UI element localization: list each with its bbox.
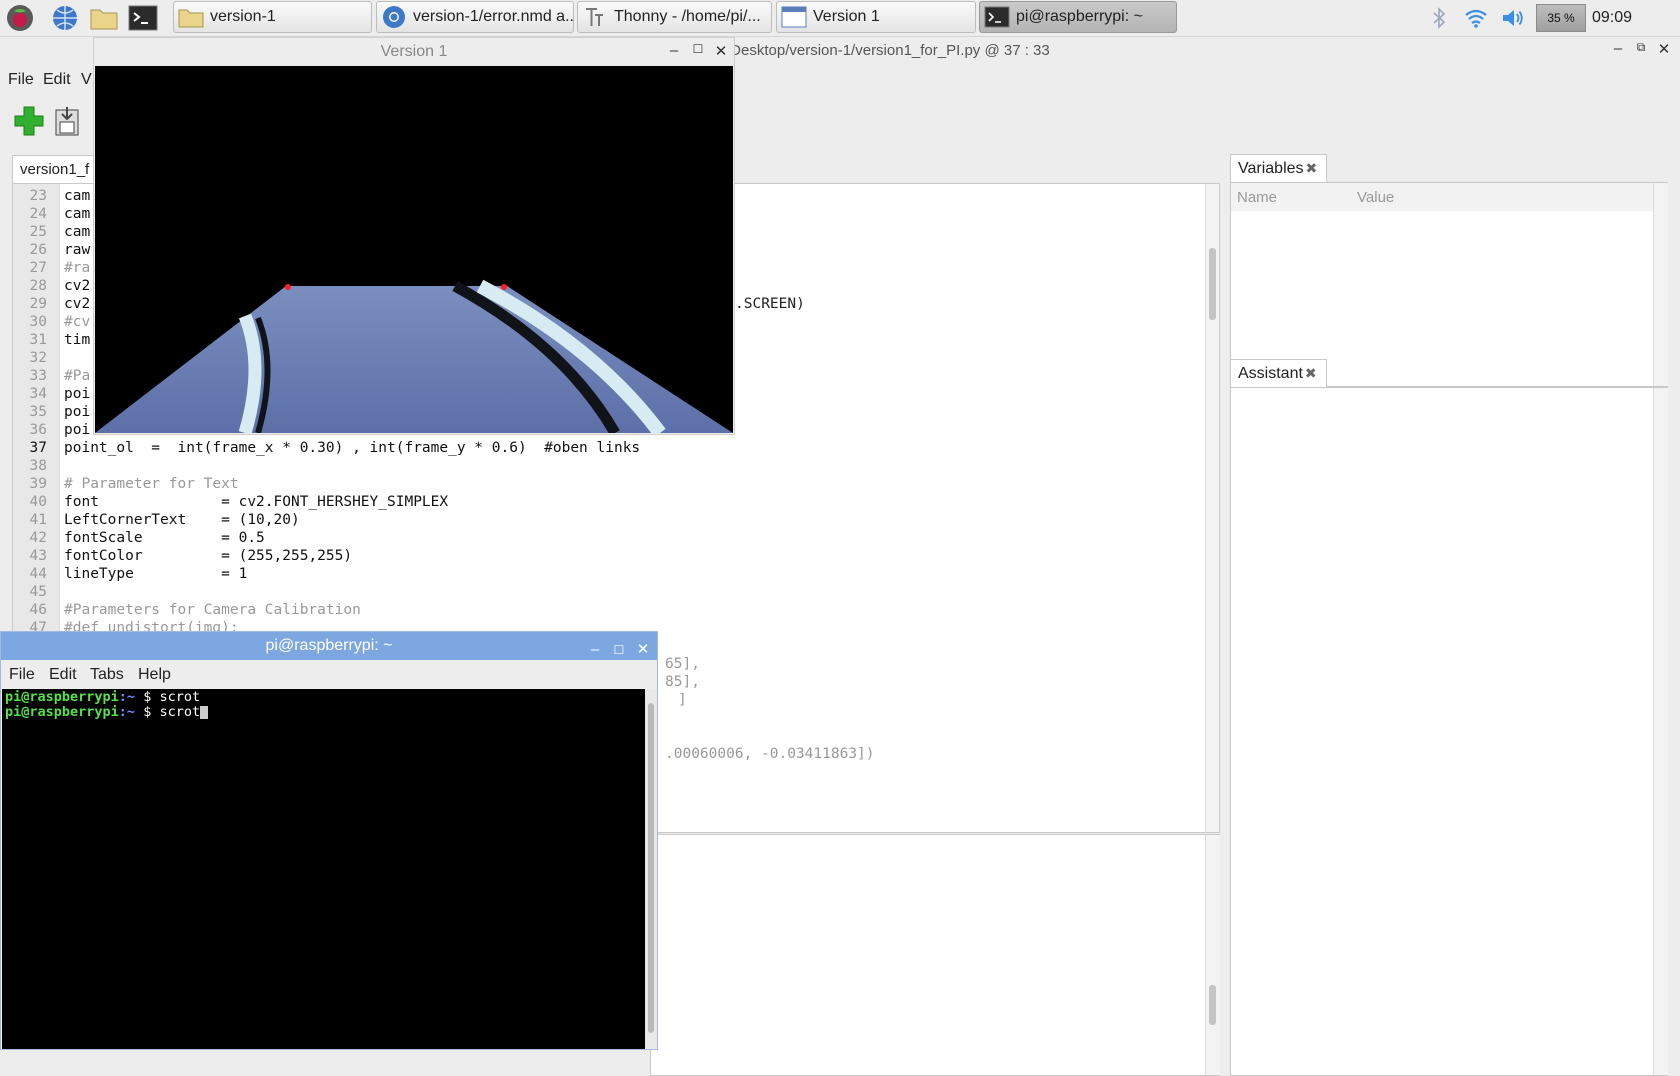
code-fragment: .SCREEN): [735, 296, 805, 312]
task-button-file-manager[interactable]: version-1: [173, 1, 372, 33]
maximize-icon[interactable]: ☐: [690, 42, 706, 56]
assistant-scrollbar[interactable]: [1653, 388, 1668, 1075]
terminal-cursor: [200, 705, 209, 719]
close-icon[interactable]: ✕: [713, 42, 729, 60]
code-fragment: ]: [678, 692, 687, 708]
terminal-output[interactable]: pi@raspberrypi:~ $ scrot pi@raspberrypi:…: [2, 689, 645, 1049]
assistant-tab[interactable]: Assistant ✖: [1230, 359, 1327, 387]
warped-track-image: [95, 279, 733, 433]
task-button-browser[interactable]: version-1/error.nmd a...: [376, 1, 574, 33]
editor-tab-label: version1_f: [20, 161, 90, 178]
terminal-line: pi@raspberrypi:~ $ scrot: [5, 689, 201, 705]
terminal-icon: [984, 5, 1010, 29]
close-icon[interactable]: ✕: [635, 636, 651, 664]
editor-tab[interactable]: version1_f: [12, 155, 98, 183]
minimize-icon[interactable]: –: [1610, 40, 1626, 57]
task-label: Version 1: [813, 8, 880, 25]
col-value: Value: [1357, 189, 1395, 206]
terminal-menu-help[interactable]: Help: [138, 666, 171, 684]
variables-scrollbar[interactable]: [1653, 183, 1668, 386]
menu-file[interactable]: File: [8, 71, 34, 89]
assistant-panel[interactable]: [1230, 387, 1668, 1076]
menu-view[interactable]: V: [81, 71, 92, 89]
terminal-menu-tabs[interactable]: Tabs: [90, 666, 124, 684]
task-label: version-1/error.nmd a...: [413, 8, 574, 25]
image-window-titlebar[interactable]: Version 1: [94, 38, 734, 66]
thonny-icon: [582, 5, 608, 29]
code-fragment: .00060006, -0.03411863]): [665, 746, 875, 762]
terminal-scrollbar[interactable]: [645, 689, 657, 1049]
code-fragment: 65],: [665, 656, 700, 672]
variables-header: Name Value: [1231, 183, 1653, 211]
clock[interactable]: 09:09: [1592, 6, 1632, 30]
new-file-icon[interactable]: [13, 105, 45, 142]
file-manager-launcher-icon[interactable]: [89, 3, 119, 33]
raspberry-menu-icon[interactable]: [5, 3, 35, 33]
terminal-window: pi@raspberrypi: ~ – ☐ ✕ File Edit Tabs H…: [0, 631, 658, 1050]
terminal-title: pi@raspberrypi: ~: [265, 637, 393, 654]
assistant-tab-label: Assistant: [1238, 365, 1303, 382]
cpu-usage-monitor[interactable]: 35 %: [1536, 4, 1586, 32]
close-tab-icon[interactable]: ✖: [1305, 365, 1317, 381]
chromium-icon: [381, 5, 407, 29]
wifi-icon[interactable]: [1463, 6, 1489, 30]
save-file-icon[interactable]: [53, 105, 81, 142]
image-window-title: Version 1: [380, 43, 448, 60]
menu-edit[interactable]: Edit: [43, 71, 71, 89]
variables-tab[interactable]: Variables ✖: [1230, 154, 1327, 182]
editor-scrollbar[interactable]: [1205, 184, 1219, 832]
thonny-title-path: /Desktop/version-1/version1_for_PI.py @ …: [726, 42, 1050, 59]
volume-icon[interactable]: [1500, 6, 1526, 30]
maximize-icon[interactable]: ☐: [611, 636, 627, 664]
browser-launcher-icon[interactable]: [50, 3, 80, 33]
shell-scrollbar[interactable]: [1205, 835, 1220, 1075]
variables-tab-label: Variables: [1238, 160, 1304, 177]
folder-icon: [178, 5, 204, 29]
terminal-menu-edit[interactable]: Edit: [49, 666, 77, 684]
terminal-line: pi@raspberrypi:~ $ scrot: [5, 705, 209, 720]
minimize-icon[interactable]: –: [666, 42, 682, 59]
task-button-terminal[interactable]: pi@raspberrypi: ~: [979, 1, 1177, 33]
terminal-titlebar[interactable]: pi@raspberrypi: ~ – ☐ ✕: [1, 632, 657, 660]
image-window: Version 1 – ☐ ✕: [93, 37, 735, 435]
window-icon: [781, 5, 807, 29]
terminal-menu-file[interactable]: File: [9, 666, 35, 684]
variables-panel[interactable]: Name Value: [1230, 182, 1668, 387]
bluetooth-icon[interactable]: [1428, 6, 1450, 30]
task-label: version-1: [210, 8, 276, 25]
taskbar: version-1 version-1/error.nmd a... Thonn…: [0, 0, 1680, 37]
task-button-image-window[interactable]: Version 1: [776, 1, 976, 33]
col-name: Name: [1237, 189, 1278, 206]
task-label: Thonny - /home/pi/...: [614, 8, 761, 25]
task-label: pi@raspberrypi: ~: [1016, 8, 1143, 25]
task-button-thonny[interactable]: Thonny - /home/pi/...: [577, 1, 772, 33]
shell-panel[interactable]: [650, 834, 1220, 1076]
minimize-icon[interactable]: –: [587, 636, 603, 664]
camera-frame: [95, 66, 733, 433]
close-tab-icon[interactable]: ✖: [1306, 160, 1318, 176]
close-icon[interactable]: ✕: [1656, 40, 1672, 58]
clock-text: 09:09: [1591, 9, 1633, 26]
cpu-usage-text: 35 %: [1547, 11, 1575, 25]
code-fragment: 85],: [665, 674, 700, 690]
restore-icon[interactable]: ⧉: [1633, 40, 1649, 55]
terminal-launcher-icon[interactable]: [128, 3, 158, 33]
